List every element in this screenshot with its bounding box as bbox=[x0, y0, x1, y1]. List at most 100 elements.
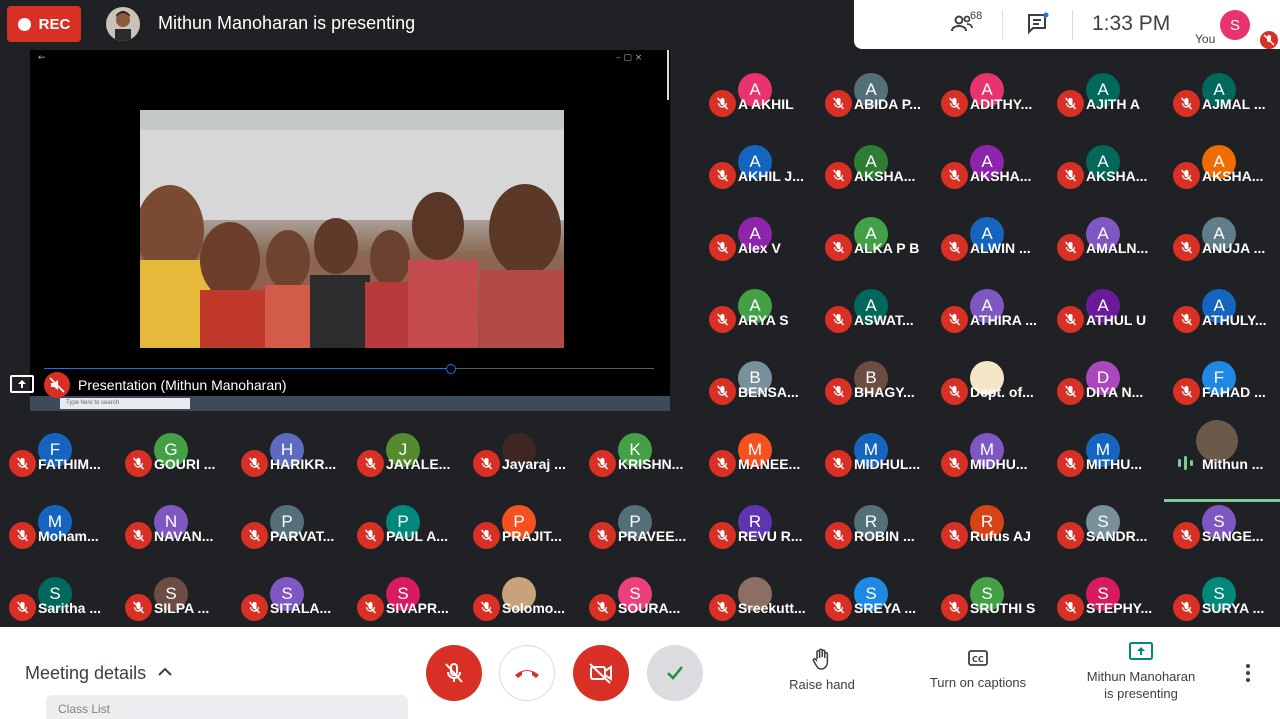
participant-tile[interactable]: A ATHUL U bbox=[1048, 288, 1164, 358]
participant-tile[interactable]: A ARYA S bbox=[700, 288, 816, 358]
mic-off-icon bbox=[941, 306, 968, 333]
present-screen-icon[interactable] bbox=[10, 375, 34, 393]
participant-tile[interactable]: R ROBIN ... bbox=[816, 504, 932, 574]
participant-tile[interactable]: AA AKHIL bbox=[700, 72, 816, 142]
participant-tile[interactable]: A AKSHA... bbox=[1164, 144, 1280, 214]
presentation-tile[interactable]: ← – ▢ × Type here to search bbox=[30, 50, 670, 411]
participant-tile[interactable]: A ALKA P B bbox=[816, 216, 932, 286]
camera-off-icon bbox=[589, 663, 612, 684]
svg-text:CC: CC bbox=[972, 655, 984, 664]
speaking-indicator-icon bbox=[1176, 456, 1196, 470]
participant-tile[interactable]: P PRAJIT... bbox=[464, 504, 580, 574]
participant-tile[interactable]: A AKSHA... bbox=[816, 144, 932, 214]
svg-text:– ▢ ×: – ▢ × bbox=[616, 53, 642, 63]
captions-icon: CC bbox=[968, 650, 988, 666]
participant-tile[interactable]: A AKHIL J... bbox=[700, 144, 816, 214]
chevron-up-icon[interactable] bbox=[156, 663, 174, 681]
mic-off-icon bbox=[1173, 162, 1200, 189]
participant-tile[interactable]: R REVU R... bbox=[700, 504, 816, 574]
participant-tile[interactable]: N NAVAN... bbox=[116, 504, 232, 574]
participant-tile[interactable]: A ASWAT... bbox=[816, 288, 932, 358]
meeting-details-button[interactable]: Meeting details bbox=[25, 663, 146, 684]
participant-tile[interactable]: A AMALN... bbox=[1048, 216, 1164, 286]
presenting-label-1: Mithun Manoharan bbox=[1086, 669, 1196, 684]
participant-tile[interactable]: Mithun ... bbox=[1164, 420, 1280, 502]
mic-off-icon bbox=[125, 522, 152, 549]
attendance-extension-button[interactable] bbox=[647, 645, 703, 701]
participant-tile[interactable]: A AKSHA... bbox=[1048, 144, 1164, 214]
class-list-extension-bar[interactable]: Class List bbox=[46, 695, 408, 719]
leave-call-button[interactable] bbox=[499, 645, 555, 701]
participant-tile[interactable]: F FATHIM... bbox=[0, 432, 116, 502]
captions-label: Turn on captions bbox=[929, 675, 1027, 690]
participant-tile[interactable]: B BENSA... bbox=[700, 360, 816, 430]
participant-tile[interactable]: A ATHULY... bbox=[1164, 288, 1280, 358]
participant-tile[interactable]: A ADITHY... bbox=[932, 72, 1048, 142]
participant-tile[interactable]: M MIDHU... bbox=[932, 432, 1048, 502]
participant-tile[interactable]: A AJITH A bbox=[1048, 72, 1164, 142]
participant-tile[interactable]: A ANUJA ... bbox=[1164, 216, 1280, 286]
participant-tile[interactable]: J JAYALE... bbox=[348, 432, 464, 502]
mic-off-icon bbox=[9, 450, 36, 477]
mic-off-icon bbox=[709, 522, 736, 549]
shared-video bbox=[140, 110, 564, 348]
mic-off-icon bbox=[709, 594, 736, 621]
participant-tile[interactable]: G GOURI ... bbox=[116, 432, 232, 502]
mic-off-icon bbox=[473, 522, 500, 549]
participant-tile[interactable]: A AJMAL ... bbox=[1164, 72, 1280, 142]
participant-tile[interactable]: A ATHIRA ... bbox=[932, 288, 1048, 358]
participant-tile[interactable]: A Alex V bbox=[700, 216, 816, 286]
mic-off-icon bbox=[9, 522, 36, 549]
participant-tile[interactable]: Dept. of... bbox=[932, 360, 1048, 430]
raise-hand-button[interactable]: Raise hand bbox=[784, 647, 860, 692]
mic-off-icon bbox=[125, 594, 152, 621]
participant-tile[interactable]: Jayaraj ... bbox=[464, 432, 580, 502]
participant-name: AJMAL ... bbox=[1202, 96, 1266, 112]
participant-tile[interactable]: S SANGE... bbox=[1164, 504, 1280, 574]
participant-tile[interactable]: M MITHU... bbox=[1048, 432, 1164, 502]
mic-off-icon bbox=[825, 594, 852, 621]
mic-off-icon bbox=[9, 594, 36, 621]
recording-badge[interactable]: REC bbox=[7, 6, 81, 42]
mic-off-icon bbox=[941, 90, 968, 117]
mic-off-icon bbox=[941, 450, 968, 477]
presenting-button[interactable]: Mithun Manoharan is presenting bbox=[1076, 641, 1206, 701]
participant-tile[interactable]: H HARIKR... bbox=[232, 432, 348, 502]
participant-tile[interactable]: B BHAGY... bbox=[816, 360, 932, 430]
participant-tile[interactable]: P PARVAT... bbox=[232, 504, 348, 574]
speaker-off-icon[interactable] bbox=[44, 372, 70, 398]
participant-tile[interactable]: A ALWIN ... bbox=[932, 216, 1048, 286]
participant-tile[interactable]: A AKSHA... bbox=[932, 144, 1048, 214]
participant-tile[interactable]: D DIYA N... bbox=[1048, 360, 1164, 430]
mic-toggle-button[interactable] bbox=[426, 645, 482, 701]
raise-hand-label: Raise hand bbox=[789, 677, 855, 692]
video-scrubber-handle[interactable] bbox=[446, 364, 456, 374]
participant-tile[interactable]: M Moham... bbox=[0, 504, 116, 574]
participant-name: Saritha ... bbox=[38, 600, 102, 616]
participant-tile[interactable]: K KRISHN... bbox=[580, 432, 696, 502]
participant-tile[interactable]: P PAUL A... bbox=[348, 504, 464, 574]
participant-tile[interactable]: M MIDHUL... bbox=[816, 432, 932, 502]
participant-tile[interactable]: S SANDR... bbox=[1048, 504, 1164, 574]
participant-tile[interactable]: A ABIDA P... bbox=[816, 72, 932, 142]
mic-off-icon bbox=[709, 90, 736, 117]
chat-icon[interactable] bbox=[1026, 12, 1050, 36]
mic-off-icon bbox=[1173, 306, 1200, 333]
participant-tile[interactable]: F FAHAD ... bbox=[1164, 360, 1280, 430]
participant-name: ANUJA ... bbox=[1202, 240, 1266, 256]
captions-button[interactable]: CC Turn on captions bbox=[920, 647, 1036, 690]
participant-tile[interactable]: R Rufus AJ bbox=[932, 504, 1048, 574]
mic-off-icon bbox=[1173, 90, 1200, 117]
camera-toggle-button[interactable] bbox=[573, 645, 629, 701]
mic-off-icon bbox=[941, 162, 968, 189]
taskbar-search: Type here to search bbox=[60, 398, 190, 409]
participant-name: BHAGY... bbox=[854, 384, 915, 400]
participant-name: ATHULY... bbox=[1202, 312, 1267, 328]
participant-name: Mithun ... bbox=[1202, 456, 1264, 472]
participant-name: Dept. of... bbox=[970, 384, 1034, 400]
mic-off-icon bbox=[709, 450, 736, 477]
participant-tile[interactable]: M MANEE... bbox=[700, 432, 816, 502]
mic-off-icon bbox=[589, 594, 616, 621]
participant-tile[interactable]: P PRAVEE... bbox=[580, 504, 696, 574]
more-options-icon[interactable] bbox=[1240, 661, 1256, 685]
